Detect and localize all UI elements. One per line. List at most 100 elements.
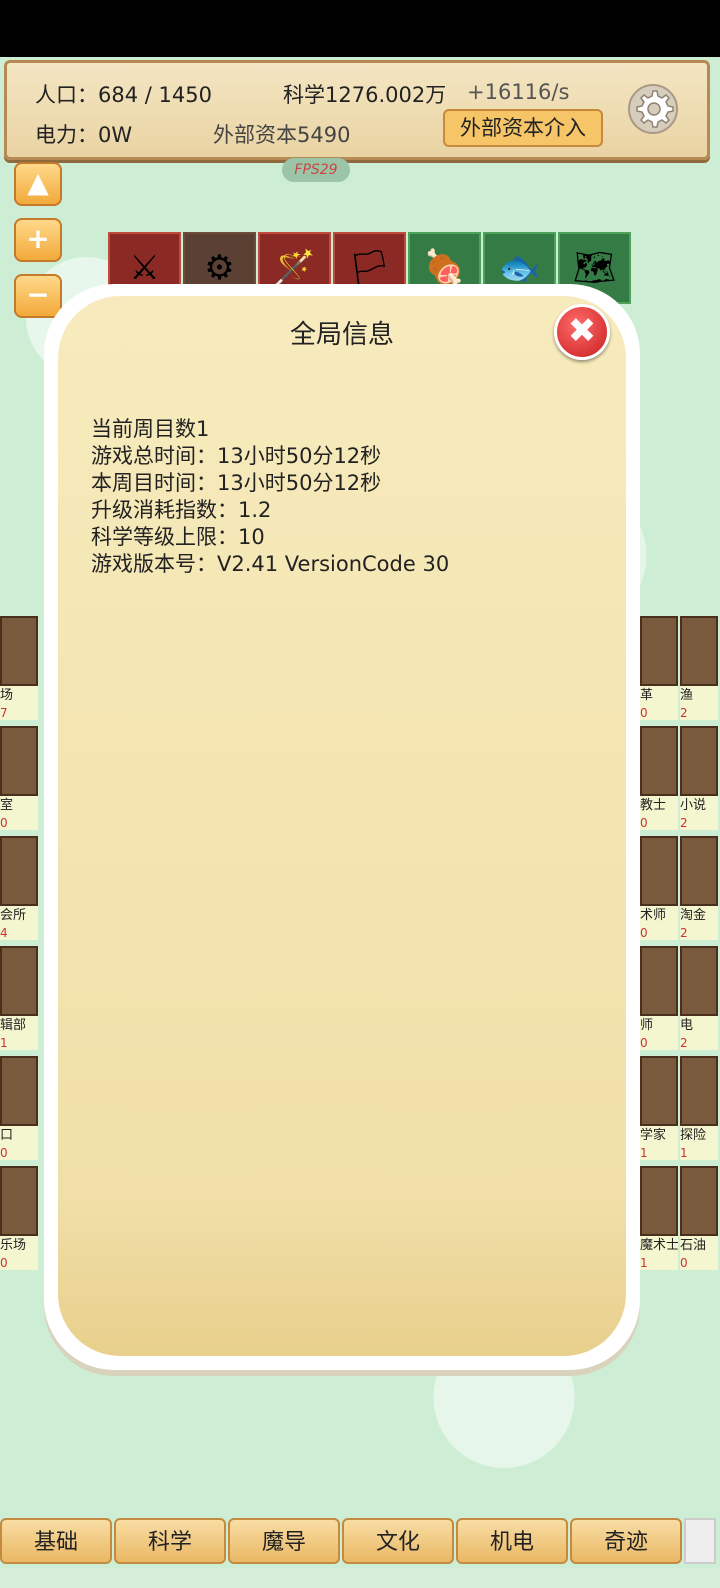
building-icon bbox=[0, 1166, 38, 1236]
card-count: 1 bbox=[680, 1146, 718, 1160]
resource-header: 人口：684 / 1450 科学1276.002万 +16116/s 电力：0W… bbox=[4, 60, 710, 160]
card-name: 学家 bbox=[640, 1126, 678, 1146]
building-icon bbox=[0, 946, 38, 1016]
building-card[interactable]: 小说 2 bbox=[680, 726, 718, 830]
card-count: 2 bbox=[680, 1036, 718, 1050]
card-name: 师 bbox=[640, 1016, 678, 1036]
building-icon bbox=[640, 836, 678, 906]
building-card[interactable]: 乐场 0 bbox=[0, 1166, 38, 1270]
building-icon bbox=[0, 1056, 38, 1126]
building-icon bbox=[680, 946, 718, 1016]
card-name: 石油 bbox=[680, 1236, 718, 1256]
building-card[interactable]: 场7 bbox=[0, 616, 38, 720]
building-icon bbox=[640, 616, 678, 686]
tab-basic[interactable]: 基础 bbox=[0, 1518, 112, 1564]
status-bar bbox=[0, 0, 720, 57]
zoom-out-button[interactable]: − bbox=[14, 274, 62, 318]
card-count: 0 bbox=[0, 1256, 38, 1270]
card-count: 0 bbox=[680, 1256, 718, 1270]
external-capital-button[interactable]: 外部资本介入 bbox=[443, 109, 603, 147]
building-card[interactable]: 教士 0 bbox=[640, 726, 678, 830]
card-count: 2 bbox=[680, 706, 718, 720]
card-name: 乐场 bbox=[0, 1236, 38, 1256]
building-card[interactable]: 探险 1 bbox=[680, 1056, 718, 1160]
fps-badge: FPS29 bbox=[282, 158, 350, 182]
navigation-bar bbox=[0, 1568, 720, 1588]
building-icon bbox=[0, 616, 38, 686]
building-card[interactable]: 学家 1 bbox=[640, 1056, 678, 1160]
card-count: 1 bbox=[640, 1146, 678, 1160]
tab-magic[interactable]: 魔导 bbox=[228, 1518, 340, 1564]
tab-wonders[interactable]: 奇迹 bbox=[570, 1518, 682, 1564]
tab-science[interactable]: 科学 bbox=[114, 1518, 226, 1564]
card-name: 淘金 bbox=[680, 906, 718, 926]
building-icon bbox=[640, 1166, 678, 1236]
card-count: 2 bbox=[680, 816, 718, 830]
card-count: 7 bbox=[0, 706, 38, 720]
dialog-title: 全局信息 bbox=[289, 320, 394, 350]
card-name: 革 bbox=[640, 686, 678, 706]
building-card[interactable]: 室0 bbox=[0, 726, 38, 830]
card-name: 会所 bbox=[0, 906, 38, 926]
card-count: 0 bbox=[0, 816, 38, 830]
building-card[interactable]: 魔术士 1 bbox=[640, 1166, 678, 1270]
card-name: 魔术士 bbox=[640, 1236, 678, 1256]
card-count: 0 bbox=[0, 1146, 38, 1160]
building-card[interactable]: 会所 4 bbox=[0, 836, 38, 940]
card-name: 教士 bbox=[640, 796, 678, 816]
card-name: 小说 bbox=[680, 796, 718, 816]
card-count: 1 bbox=[640, 1256, 678, 1270]
building-icon bbox=[680, 1166, 718, 1236]
card-count: 0 bbox=[640, 706, 678, 720]
tab-overflow[interactable] bbox=[684, 1518, 716, 1564]
building-icon bbox=[640, 726, 678, 796]
building-card[interactable]: 电2 bbox=[680, 946, 718, 1050]
building-card[interactable]: 辑部 1 bbox=[0, 946, 38, 1050]
info-line: 游戏版本号：V2.41 VersionCode 30 bbox=[91, 552, 450, 576]
gear-icon[interactable] bbox=[627, 83, 679, 135]
tab-mechatronics[interactable]: 机电 bbox=[456, 1518, 568, 1564]
card-count: 1 bbox=[0, 1036, 38, 1050]
info-line: 游戏总时间：13小时50分12秒 bbox=[91, 444, 382, 468]
scroll-up-button[interactable]: ▲ bbox=[14, 162, 62, 206]
card-name: 口 bbox=[0, 1126, 38, 1146]
card-count: 4 bbox=[0, 926, 38, 940]
card-name: 电 bbox=[680, 1016, 718, 1036]
zoom-in-button[interactable]: + bbox=[14, 218, 62, 262]
building-card[interactable]: 术师 0 bbox=[640, 836, 678, 940]
science-readout: 科学1276.002万 bbox=[283, 83, 447, 107]
info-list: 当前周目数1 游戏总时间：13小时50分12秒 本周目时间：13小时50分12秒… bbox=[91, 416, 449, 578]
building-card[interactable]: 师0 bbox=[640, 946, 678, 1050]
external-capital-readout: 外部资本5490 bbox=[213, 123, 351, 147]
building-icon bbox=[0, 836, 38, 906]
card-name: 术师 bbox=[640, 906, 678, 926]
info-line: 当前周目数1 bbox=[91, 417, 210, 441]
power-readout: 电力：0W bbox=[35, 123, 133, 147]
global-info-dialog: 全局信息 ✖ 当前周目数1 游戏总时间：13小时50分12秒 本周目时间：13小… bbox=[44, 284, 640, 1370]
close-icon[interactable]: ✖ bbox=[554, 304, 610, 360]
building-card[interactable]: 革0 bbox=[640, 616, 678, 720]
info-line: 本周目时间：13小时50分12秒 bbox=[91, 471, 382, 495]
building-card[interactable]: 淘金 2 bbox=[680, 836, 718, 940]
card-name: 场 bbox=[0, 686, 38, 706]
building-icon bbox=[680, 726, 718, 796]
building-icon bbox=[680, 616, 718, 686]
card-count: 0 bbox=[640, 816, 678, 830]
tab-culture[interactable]: 文化 bbox=[342, 1518, 454, 1564]
card-name: 渔 bbox=[680, 686, 718, 706]
building-card[interactable]: 石油 0 bbox=[680, 1166, 718, 1270]
card-name: 探险 bbox=[680, 1126, 718, 1146]
card-count: 0 bbox=[640, 926, 678, 940]
info-line: 科学等级上限：10 bbox=[91, 525, 265, 549]
building-icon bbox=[680, 836, 718, 906]
card-name: 辑部 bbox=[0, 1016, 38, 1036]
population-readout: 人口：684 / 1450 bbox=[35, 83, 212, 107]
building-icon bbox=[0, 726, 38, 796]
building-card[interactable]: 渔2 bbox=[680, 616, 718, 720]
building-icon bbox=[640, 1056, 678, 1126]
card-name: 室 bbox=[0, 796, 38, 816]
bottom-tab-bar: 基础 科学 魔导 文化 机电 奇迹 bbox=[0, 1518, 720, 1568]
science-rate: +16116/s bbox=[467, 80, 570, 104]
building-card[interactable]: 口0 bbox=[0, 1056, 38, 1160]
building-icon bbox=[640, 946, 678, 1016]
